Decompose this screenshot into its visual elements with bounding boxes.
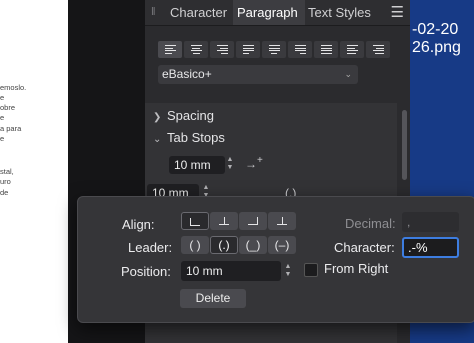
tab-stop-position-field[interactable]: 10 mm xyxy=(169,156,225,174)
alignment-buttons xyxy=(158,41,390,58)
doc-text-line: obre xyxy=(0,103,16,112)
justify-all-icon xyxy=(320,45,332,54)
character-field[interactable]: .-% xyxy=(402,237,459,258)
position-stepper[interactable]: ▲ ▼ xyxy=(283,263,293,279)
tab-align-right-button[interactable] xyxy=(239,212,267,230)
leader-label: Leader: xyxy=(128,240,173,255)
position-label: Position: xyxy=(121,264,171,279)
tab-character[interactable]: Character xyxy=(165,0,236,25)
position-field[interactable]: 10 mm xyxy=(181,261,281,281)
tab-align-left-icon xyxy=(190,218,200,226)
section-tab-stops-label: Tab Stops xyxy=(167,130,225,145)
decimal-label: Decimal: xyxy=(345,216,396,231)
align-away-from-spine-button[interactable] xyxy=(366,41,390,58)
align-left-icon xyxy=(164,45,176,54)
align-away-from-spine-icon xyxy=(372,45,384,54)
align-center-icon xyxy=(190,45,202,54)
doc-text-line: e xyxy=(0,93,5,102)
character-label: Character: xyxy=(334,240,395,255)
desktop-file-name[interactable]: 26.png xyxy=(412,39,461,57)
from-right-checkbox[interactable] xyxy=(304,263,318,277)
delete-button[interactable]: Delete xyxy=(180,289,246,308)
tab-align-center-icon xyxy=(219,217,229,225)
document-page: emoslo. e obre e a para e stal, uro de xyxy=(0,0,68,343)
doc-text-line: a para xyxy=(0,124,22,133)
leader-underscore-button[interactable]: (_) xyxy=(239,236,267,254)
doc-text-line: stal, xyxy=(0,167,14,176)
align-label: Align: xyxy=(122,217,155,232)
justify-right-icon xyxy=(294,45,306,54)
justify-right-button[interactable] xyxy=(288,41,312,58)
justify-center-icon xyxy=(268,45,280,54)
tab-align-decimal-button[interactable] xyxy=(268,212,296,230)
doc-text-line: de xyxy=(0,188,9,197)
paragraph-style-value: eBasico+ xyxy=(162,67,212,81)
decimal-field[interactable]: , xyxy=(402,212,459,232)
align-right-icon xyxy=(216,45,228,54)
panel-tab-bar: ‖ Character Paragraph Text Styles ☰ xyxy=(145,0,410,26)
doc-text-line: e xyxy=(0,113,5,122)
tab-stop-stepper[interactable]: ▲ ▼ xyxy=(225,156,235,172)
tab-align-right-icon xyxy=(248,217,258,225)
justify-all-button[interactable] xyxy=(314,41,338,58)
add-tab-stop-icon[interactable]: →+ xyxy=(245,155,263,171)
justify-left-button[interactable] xyxy=(236,41,260,58)
drag-handle-icon[interactable]: ‖ xyxy=(151,6,156,18)
from-right-label: From Right xyxy=(324,261,389,276)
desktop-file-name[interactable]: -02-20 xyxy=(412,21,458,39)
section-spacing-label: Spacing xyxy=(167,108,214,123)
doc-text-line: emoslo. xyxy=(0,83,27,92)
align-towards-spine-icon xyxy=(346,45,358,54)
align-towards-spine-button[interactable] xyxy=(340,41,364,58)
tab-stop-popover: Align: Leader: ( ) (.) (_) (–) Position:… xyxy=(77,196,474,323)
chevron-right-icon: ❯ xyxy=(153,112,162,123)
leader-none-button[interactable]: ( ) xyxy=(181,236,209,254)
tab-align-center-button[interactable] xyxy=(210,212,238,230)
align-right-button[interactable] xyxy=(210,41,234,58)
chevron-down-icon: ⌄ xyxy=(153,134,162,145)
align-left-button[interactable] xyxy=(158,41,182,58)
panel-menu-icon[interactable]: ☰ xyxy=(391,3,404,21)
doc-text-line: e xyxy=(0,134,5,143)
tab-paragraph[interactable]: Paragraph xyxy=(233,0,305,25)
chevron-down-icon: ⌄ xyxy=(344,69,352,79)
tab-text-styles[interactable]: Text Styles xyxy=(308,0,378,25)
justify-center-button[interactable] xyxy=(262,41,286,58)
section-spacing[interactable]: ❯ Spacing xyxy=(153,108,214,123)
leader-dot-button[interactable]: (.) xyxy=(210,236,238,254)
paragraph-style-select[interactable]: eBasico+ ⌄ xyxy=(158,65,358,84)
justify-left-icon xyxy=(242,45,254,54)
panel-scrollbar[interactable] xyxy=(402,110,407,180)
tab-align-decimal-icon xyxy=(277,217,287,225)
doc-text-line: uro xyxy=(0,177,11,186)
align-center-button[interactable] xyxy=(184,41,208,58)
tab-align-left-button[interactable] xyxy=(181,212,209,230)
section-tab-stops[interactable]: ⌄ Tab Stops xyxy=(153,130,225,145)
leader-dash-button[interactable]: (–) xyxy=(268,236,296,254)
